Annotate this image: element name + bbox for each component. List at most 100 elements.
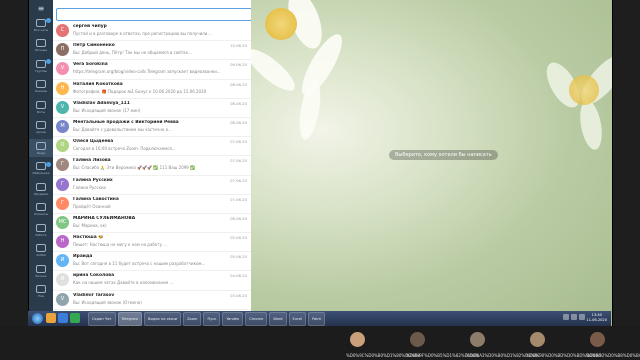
chat-timestamp: 04.06.20	[230, 273, 247, 279]
chat-list-item[interactable]: Г Галина Русских Галина Русских 07.06.20	[53, 176, 251, 195]
sidebar-folder-item[interactable]: Избранное	[29, 160, 53, 178]
participant-video-thumbnail[interactable]	[410, 332, 425, 347]
chat-name: Галина Лизова	[73, 158, 111, 164]
sidebar-folder-label: Архив	[36, 130, 46, 134]
volume-icon[interactable]	[571, 314, 577, 320]
clock-date: 11.06.2020	[586, 318, 607, 322]
chat-list-item[interactable]: Н Настюша 🐝 Пишет: Настюша не могу к нам н…	[53, 233, 251, 253]
chat-timestamp: 10.06.20	[230, 43, 247, 49]
taskbar-task-button[interactable]: Telegram	[117, 312, 143, 326]
chat-list-item[interactable]: Н Наталия Кокоткова Фотография, 🎁 Подарок …	[53, 80, 251, 99]
media-icon[interactable]	[70, 313, 80, 323]
sidebar-folder-item[interactable]: Каналы	[29, 78, 53, 96]
chat-timestamp: 06.06.20	[230, 215, 247, 221]
bot-icon	[36, 100, 46, 109]
chat-timestamp: 09.06.20	[230, 62, 247, 68]
sidebar-folder-label: Каналы	[34, 89, 48, 93]
chat-list-item[interactable]: Ссергей чипур Пустой и в разговоре в отве…	[53, 22, 251, 42]
taskbar-task-button[interactable]: Paint	[308, 312, 325, 326]
chat-last-message: Вы: Давайте с удовольствием мы частично …	[73, 126, 172, 132]
sidebar-folder-label: Избранное	[32, 171, 50, 175]
taskbar-task-button[interactable]: Word	[269, 312, 287, 326]
taskbar-task-button[interactable]: Видео на связи	[144, 312, 182, 326]
chat-timestamp: 05.06.20	[230, 254, 247, 260]
chat-list-item[interactable]: МС МАРИНА СУЛЕЙМАНОВА Вы: Марина, ок) 06.06…	[53, 214, 251, 234]
windows-taskbar: Скрин Чат Telegram Видео на связи Zoom Пуск Y…	[28, 311, 611, 326]
chat-list-item[interactable]: П Пётр Симоненко Вы: Добрый день, Пётр! Та…	[53, 41, 251, 61]
participant-video-thumbnail[interactable]	[590, 332, 605, 347]
chat-list-item[interactable]: И Ираида Вы: Вот сегодня в 11 будет встреч…	[53, 252, 251, 272]
taskbar-task-button[interactable]: Yandex	[222, 312, 244, 326]
participant-name-label: %D0%92%D0%B8%D0%BA%D1%82	[586, 353, 640, 358]
sidebar-folder-item[interactable]: Архив	[29, 119, 53, 137]
chat-name: Vladislav Adamiya_111	[73, 100, 130, 106]
chat-last-message: Вы: Спасибо 🙏 Эти Вероника 🚀🚀🚀 ✅ 111 Ваш…	[73, 165, 196, 171]
avatar: V	[56, 62, 69, 76]
taskbar-task-button[interactable]: Скрин Чат	[88, 312, 116, 326]
taskbar-task-button[interactable]: Zoom	[183, 312, 202, 326]
taskbar-task-button[interactable]: Chrome	[245, 312, 268, 326]
sidebar-folder-item[interactable]: Группы	[29, 57, 53, 75]
chat-list-item[interactable]: М Ментальные продажи с Викторией Ревва Вы:…	[53, 118, 251, 138]
avatar: И	[56, 273, 69, 287]
participant-video-thumbnail[interactable]	[470, 332, 485, 347]
chat-list-item[interactable]: Г Галина Савостина Пройдёт Осинной 07.06.20	[53, 195, 251, 214]
avatar: И	[56, 254, 69, 268]
sidebar-folder-item[interactable]: Боты	[29, 98, 53, 116]
sidebar-folder-item[interactable]: Продажи	[29, 180, 53, 198]
taskbar-task-button[interactable]: Excel	[288, 312, 307, 326]
avatar: МС	[56, 215, 69, 229]
chat-list-item[interactable]: V Vladimir Tarasov Вы: Исходящий звонок (О…	[53, 291, 251, 310]
language-icon[interactable]	[579, 314, 585, 320]
unread-badge	[46, 59, 51, 64]
chat-name: МАРИНА СУЛЕЙМАНОВА	[73, 215, 136, 221]
chat-list-item[interactable]: V Vladislav Adamiya_111 Вы: Исходящий звон…	[53, 99, 251, 118]
chat-last-message: Пустой и в разговоре в ответах, про реги…	[73, 31, 212, 36]
avatar: Г	[56, 177, 69, 191]
chat-last-message: Вы: Исходящий звонок (17 мин)	[73, 107, 141, 113]
folder-icon	[36, 182, 46, 191]
select-chat-hint: Выберите, кому хотели бы написать	[389, 150, 498, 160]
folder-icon	[36, 223, 46, 232]
sidebar-folder-item[interactable]: Работа	[29, 221, 53, 239]
chat-name: Ираида	[73, 254, 93, 260]
explorer-icon[interactable]	[46, 313, 56, 323]
search-input[interactable]	[56, 8, 251, 21]
chat-list-item[interactable]: Иирина Соколова Как на нашем чатах Давайт…	[53, 271, 251, 291]
start-button[interactable]	[32, 313, 43, 324]
chat-list-item[interactable]: Г Галина Лизова Вы: Спасибо 🙏 Эти Вероника…	[53, 156, 251, 176]
avatar: С	[56, 24, 69, 37]
avatar: V	[56, 292, 69, 306]
chat-last-message: https://telegram.org/blog/video-calls Te…	[73, 69, 221, 75]
sidebar-folder-label: Продажи	[33, 191, 49, 196]
sidebar-folder-item[interactable]: Все чаты	[29, 16, 53, 34]
chat-timestamp: 07.06.20	[230, 177, 247, 183]
sidebar-folder-item[interactable]: Люди	[29, 139, 53, 157]
sidebar-folder-label: Разное	[35, 273, 47, 278]
participant-video-thumbnail[interactable]	[350, 332, 365, 347]
chat-name: Галина Савостина	[73, 196, 119, 202]
sidebar-folder-item[interactable]: Клиенты	[29, 201, 53, 219]
avatar: Г	[56, 158, 69, 172]
participant-video-thumbnail[interactable]	[530, 332, 545, 347]
avatar: П	[56, 43, 69, 57]
daisy-center	[265, 8, 297, 40]
chat-timestamp: 08.06.20	[230, 100, 247, 106]
sidebar-folder-item[interactable]: Личные	[29, 37, 53, 55]
taskbar-clock[interactable]: 13:40 11.06.2020	[586, 313, 607, 323]
sidebar-folder-item[interactable]: Хобби	[29, 242, 53, 260]
chat-list-item[interactable]: О Олеся Цыдеева Сегодня в 16:00 встреча Zo…	[53, 137, 251, 157]
chat-list-item[interactable]: V Vera Sorokina https://telegram.org/blog/…	[53, 60, 251, 80]
chat-last-message: Вы: Исходящий звонок (Отмена)	[73, 299, 142, 305]
chat-name: Vladimir Tarasov	[73, 292, 115, 298]
browser-icon[interactable]	[58, 313, 68, 323]
people-icon	[36, 141, 46, 150]
sidebar-folder-item[interactable]: Разное	[29, 262, 53, 280]
chat-name: Олеся Цыдеева	[73, 139, 114, 145]
network-icon[interactable]	[563, 314, 569, 320]
taskbar-task-button[interactable]: Пуск	[203, 312, 221, 326]
unread-badge	[46, 18, 51, 23]
sidebar-folder-item[interactable]: Нов	[29, 283, 53, 301]
menu-icon[interactable]: ≡	[35, 5, 47, 13]
chat-last-message: Как на нашем чатах Давайте в напоминание…	[73, 280, 174, 286]
